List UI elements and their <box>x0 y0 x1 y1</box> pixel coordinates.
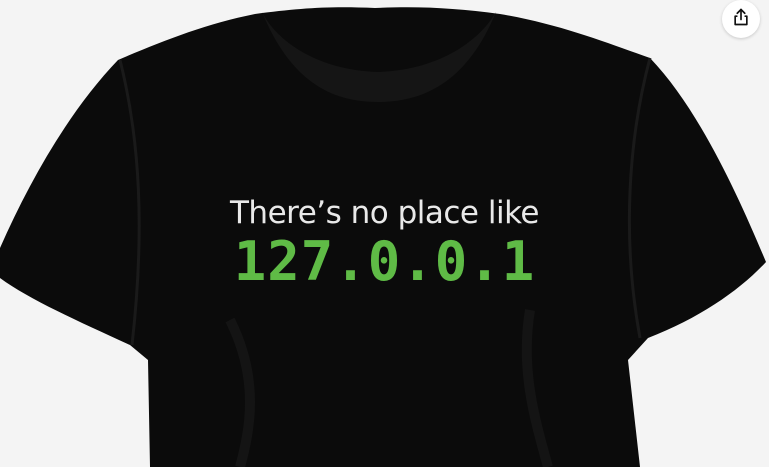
share-icon <box>731 7 751 32</box>
product-image-viewer: There’s no place like 127.0.0.1 <box>0 0 769 467</box>
shirt-print-ip-address: 127.0.0.1 <box>233 230 536 293</box>
share-button[interactable] <box>722 0 760 38</box>
shirt-print-tagline: There’s no place like <box>229 195 540 231</box>
